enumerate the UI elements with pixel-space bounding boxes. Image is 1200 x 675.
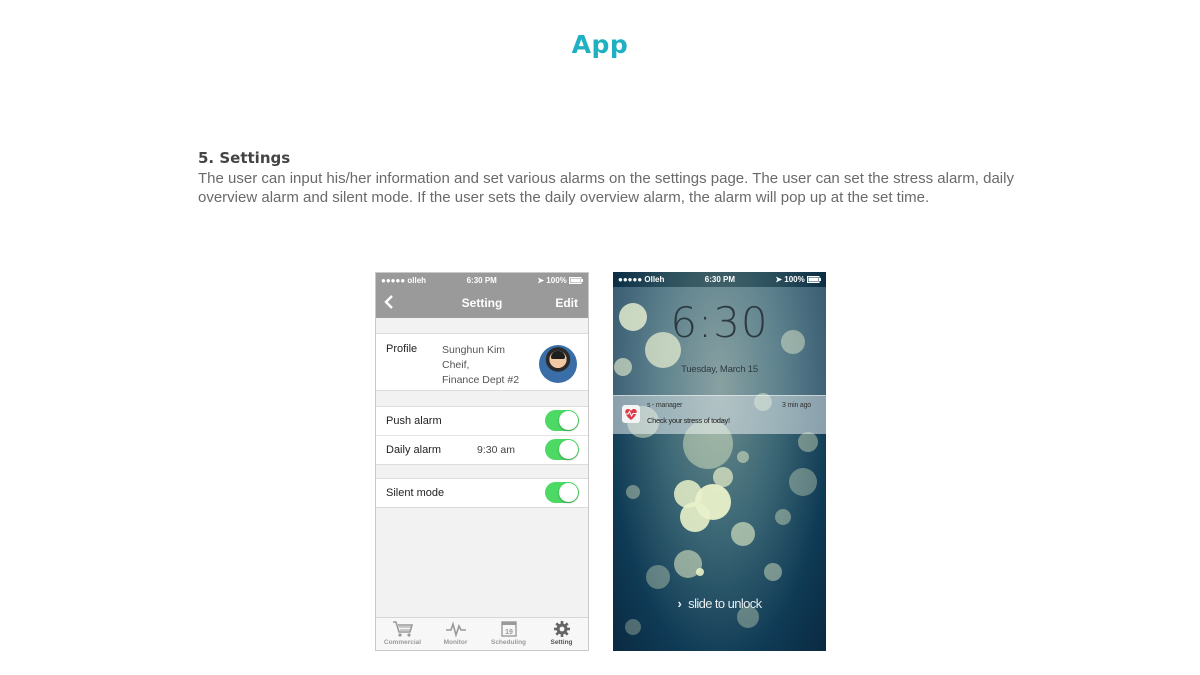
gear-icon <box>553 621 570 637</box>
lock-carrier-label: ●●●●● Olleh <box>618 275 665 284</box>
daily-alarm-time[interactable]: 9:30 am <box>477 444 515 456</box>
silent-mode-label: Silent mode <box>386 487 445 499</box>
tab-monitor-label: Monitor <box>443 639 468 646</box>
settings-section: 5. Settings The user can input his/her i… <box>198 149 1018 207</box>
daily-alarm-label: Daily alarm <box>386 444 442 456</box>
status-bar: ●●●●● olleh 6:30 PM ➤ 100% <box>376 273 588 288</box>
tab-monitor[interactable]: Monitor <box>429 618 482 650</box>
edit-button[interactable]: Edit <box>555 296 578 310</box>
battery-icon <box>806 276 821 284</box>
profile-label: Profile <box>386 343 418 355</box>
profile-role: Cheif, <box>442 359 470 371</box>
tab-setting[interactable]: Setting <box>535 618 588 650</box>
tab-scheduling-label: Scheduling <box>490 639 527 646</box>
lock-battery-label: ➤ 100% <box>775 275 821 284</box>
profile-info: Sunghun Kim Cheif, Finance Dept #2 <box>442 343 519 388</box>
tab-bar: Commercial Monitor 19 Scheduling Setting <box>376 617 588 650</box>
notification-app-name: s - manager <box>647 402 683 409</box>
silent-mode-row: Silent mode <box>376 479 588 507</box>
clock-label: 6:30 PM <box>466 276 497 285</box>
calendar-day: 19 <box>505 629 513 636</box>
avatar[interactable] <box>539 345 577 383</box>
calendar-icon: 19 <box>500 621 517 637</box>
profile-name: Sunghun Kim <box>442 344 506 356</box>
tab-commercial[interactable]: Commercial <box>376 618 429 650</box>
daily-alarm-toggle[interactable] <box>545 439 579 460</box>
settings-phone-screen: ●●●●● olleh 6:30 PM ➤ 100% Setting Edit … <box>375 272 589 651</box>
lock-time: 6:30 <box>670 298 769 347</box>
cart-icon <box>392 621 413 637</box>
chevron-right-icon: › <box>677 596 682 611</box>
lock-phone-screen: ●●●●● Olleh 6:30 PM ➤ 100% 6:30 Tuesday,… <box>613 272 826 651</box>
tab-scheduling[interactable]: 19 Scheduling <box>482 618 535 650</box>
lock-status-bar: ●●●●● Olleh 6:30 PM ➤ 100% <box>613 272 826 287</box>
battery-icon <box>569 277 583 285</box>
battery-label: ➤ 100% <box>537 276 583 285</box>
silent-mode-toggle[interactable] <box>545 482 579 503</box>
profile-dept: Finance Dept #2 <box>442 374 520 386</box>
battery-percent: 100% <box>546 276 567 285</box>
carrier-label: ●●●●● olleh <box>381 276 427 285</box>
section-heading: 5. Settings <box>198 149 291 167</box>
profile-group: Profile Sunghun Kim Cheif, Finance Dept … <box>376 333 588 391</box>
lock-clock-label: 6:30 PM <box>704 275 735 284</box>
push-alarm-label: Push alarm <box>386 415 442 427</box>
slide-to-unlock[interactable]: › slide to unlock <box>613 596 826 611</box>
pulse-icon <box>445 621 466 638</box>
silent-group: Silent mode <box>376 478 588 508</box>
section-description: The user can input his/her information a… <box>198 170 1014 206</box>
push-alarm-toggle[interactable] <box>545 410 579 431</box>
unlock-label: slide to unlock <box>688 596 762 611</box>
page-title: App <box>571 30 629 59</box>
daily-alarm-row: Daily alarm 9:30 am <box>376 435 588 464</box>
notification-time: 3 min ago <box>782 402 811 409</box>
lock-date: Tuesday, March 15 <box>681 364 758 375</box>
settings-list: Profile Sunghun Kim Cheif, Finance Dept … <box>376 318 588 618</box>
tab-setting-label: Setting <box>550 639 573 646</box>
heart-pulse-icon <box>622 405 640 423</box>
profile-row[interactable]: Profile Sunghun Kim Cheif, Finance Dept … <box>376 334 588 390</box>
notification-message: Check your stress of today! <box>647 416 730 425</box>
notification-banner[interactable]: s - manager 3 min ago Check your stress … <box>613 395 826 434</box>
lock-battery-percent: 100% <box>784 275 805 284</box>
push-alarm-row: Push alarm <box>376 407 588 435</box>
alarm-group: Push alarm Daily alarm 9:30 am <box>376 406 588 465</box>
nav-bar: Setting Edit <box>376 288 588 318</box>
tab-commercial-label: Commercial <box>383 639 422 646</box>
